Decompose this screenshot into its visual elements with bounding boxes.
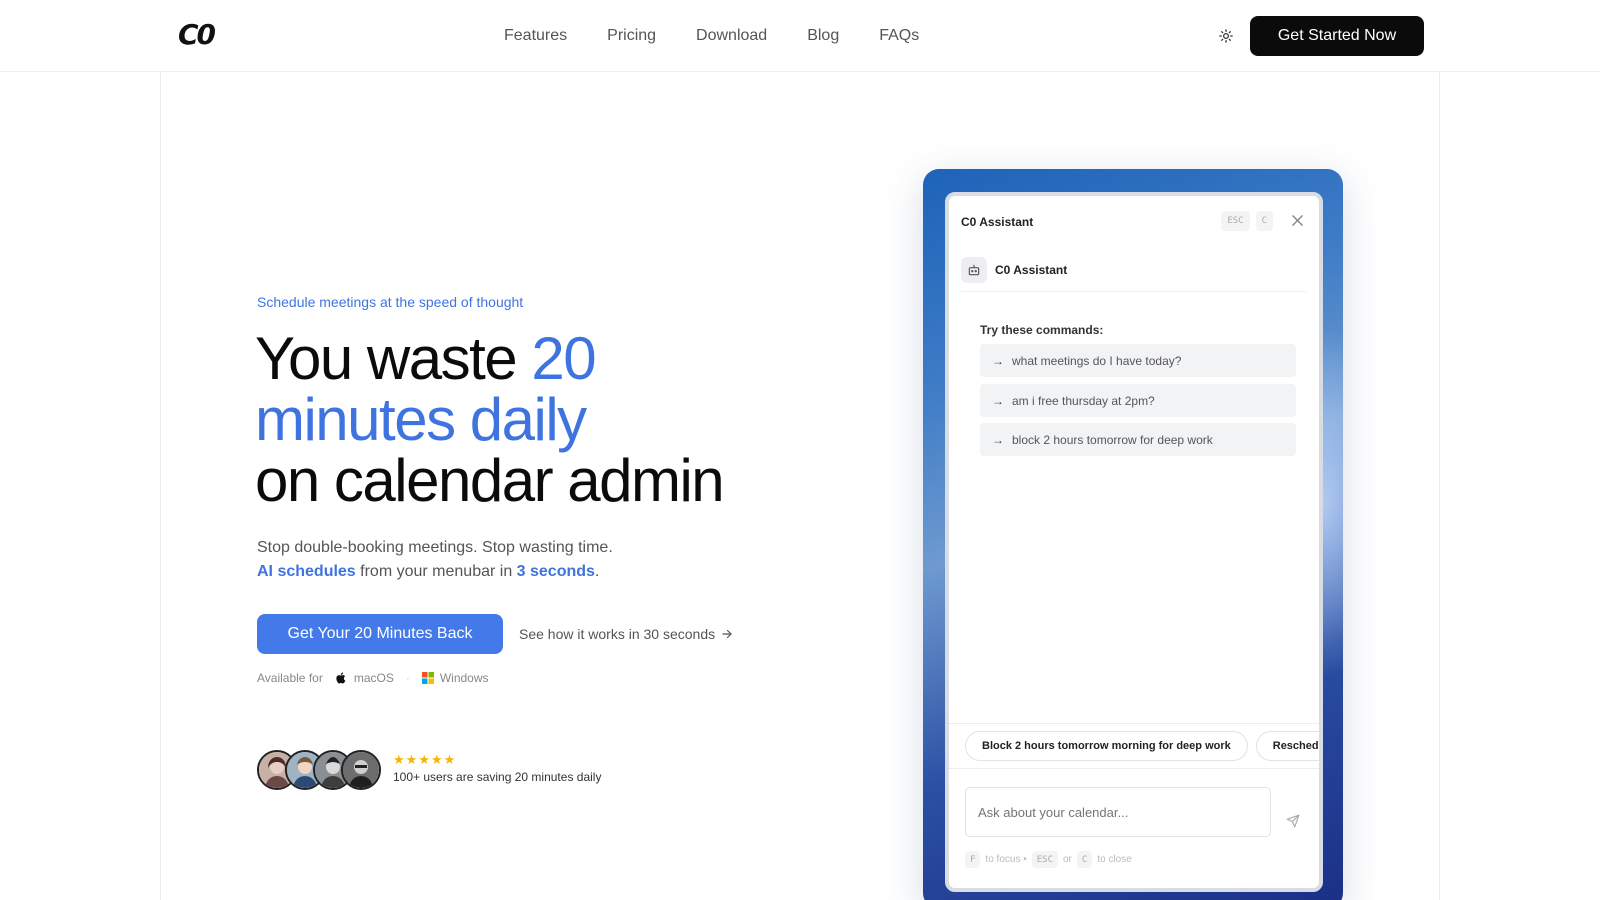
headline-part-1: You waste (255, 325, 532, 392)
logo[interactable]: C0 (178, 18, 216, 51)
windows-icon (421, 672, 434, 684)
bot-icon (961, 256, 987, 283)
arrow-right-icon: → (992, 393, 1004, 408)
command-suggestion[interactable]: → what meetings do I have today? (980, 344, 1296, 377)
nav-link-features[interactable]: Features (504, 25, 567, 47)
headline-accent-2: minutes daily (255, 386, 587, 453)
top-navbar: C0 Features Pricing Download Blog FAQs G… (0, 0, 1600, 72)
hero-subtitle: Stop double-booking meetings. Stop wasti… (257, 536, 613, 584)
hero-tagline: Schedule meetings at the speed of though… (257, 294, 524, 310)
send-button[interactable] (1281, 809, 1305, 833)
hint-close-text: to close (1097, 854, 1132, 865)
command-text: block 2 hours tomorrow for deep work (1012, 432, 1213, 447)
nav-links: Features Pricing Download Blog FAQs (504, 25, 919, 47)
kbd-f: F (965, 851, 981, 868)
subtitle-line-1: Stop double-booking meetings. Stop wasti… (257, 539, 613, 556)
star-icon: ★ (393, 752, 405, 767)
command-text: what meetings do I have today? (1012, 353, 1182, 368)
command-text: am i free thursday at 2pm? (1012, 393, 1155, 408)
star-icon: ★ (430, 752, 443, 767)
platform-macos: macOS (353, 671, 394, 685)
video-link-label: See how it works in 30 seconds (519, 626, 716, 642)
arrow-right-icon (722, 629, 732, 639)
star-icon: ★ (443, 752, 456, 767)
keyboard-hints: F to focus • ESC or C to close (965, 851, 1132, 868)
hero-headline: You waste 20 minutes daily on calendar a… (255, 325, 725, 514)
kbd-esc: ESC (1031, 851, 1058, 868)
nav-link-pricing[interactable]: Pricing (607, 25, 656, 47)
platforms-row: Available for macOS · Windows (257, 671, 489, 685)
apple-icon (336, 672, 346, 684)
nav-link-download[interactable]: Download (696, 25, 767, 47)
calendar-query-input[interactable] (965, 787, 1271, 837)
get-minutes-back-button[interactable]: Get Your 20 Minutes Back (257, 614, 503, 654)
suggestion-chip[interactable]: Block 2 hours tomorrow morning for deep … (965, 731, 1248, 761)
avatar (341, 750, 381, 790)
nav-link-blog[interactable]: Blog (807, 25, 839, 47)
headline-accent-1: 20 (531, 325, 596, 392)
command-suggestion[interactable]: → block 2 hours tomorrow for deep work (980, 423, 1296, 456)
subtitle-mid: from your menubar in (355, 563, 517, 580)
hint-or-text: or (1063, 854, 1072, 865)
get-started-button[interactable]: Get Started Now (1250, 16, 1424, 56)
user-avatars (257, 750, 381, 790)
try-commands-label: Try these commands: (980, 323, 1104, 337)
available-for-label: Available for (257, 671, 323, 685)
nav-link-faqs[interactable]: FAQs (879, 25, 919, 47)
assistant-name: C0 Assistant (995, 262, 1068, 277)
star-icon: ★ (418, 752, 430, 767)
star-rating: ★ ★ ★ ★ ★ (393, 753, 455, 766)
assistant-window-title: C0 Assistant (961, 215, 1034, 229)
assistant-identity-row: C0 Assistant (961, 252, 1307, 292)
kbd-c: C (1255, 211, 1273, 231)
headline-part-2: on calendar admin (255, 447, 725, 514)
suggestion-chips: Block 2 hours tomorrow morning for deep … (949, 723, 1319, 769)
command-suggestion[interactable]: → am i free thursday at 2pm? (980, 384, 1296, 417)
assistant-panel: C0 Assistant ESC C C0 Assistant Try thes… (945, 192, 1323, 892)
send-icon (1286, 814, 1300, 828)
theme-toggle-button[interactable] (1216, 26, 1236, 46)
arrow-right-icon: → (992, 353, 1004, 368)
hint-focus-text: to focus • (985, 854, 1027, 865)
arrow-right-icon: → (992, 432, 1004, 447)
kbd-esc: ESC (1221, 211, 1250, 231)
subtitle-end: . (594, 563, 600, 580)
social-proof-text: 100+ users are saving 20 minutes daily (393, 770, 602, 784)
separator-dot: · (405, 671, 410, 685)
header-shortcuts: ESC C (1221, 211, 1273, 231)
subtitle-highlight-2: 3 seconds (516, 563, 595, 580)
see-how-it-works-link[interactable]: See how it works in 30 seconds (519, 626, 733, 642)
suggestion-chip[interactable]: Reschedule (1255, 731, 1319, 761)
kbd-c: C (1076, 851, 1093, 868)
close-button[interactable] (1287, 210, 1307, 230)
close-icon (1291, 214, 1303, 226)
platform-windows: Windows (439, 671, 489, 685)
subtitle-highlight-1: AI schedules (257, 563, 356, 580)
star-icon: ★ (405, 752, 418, 767)
sun-icon (1219, 29, 1233, 43)
